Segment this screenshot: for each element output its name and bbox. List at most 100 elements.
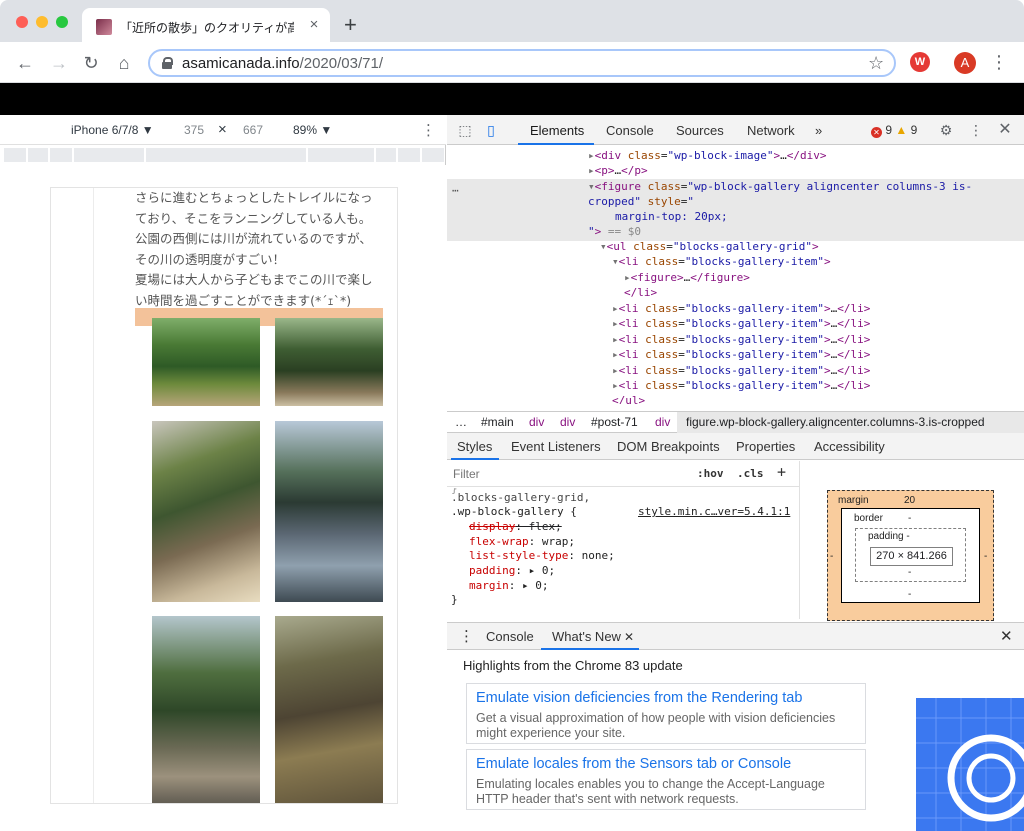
css-declaration-overridden[interactable]: display: flex;	[469, 520, 562, 535]
tab-dom-breakpoints[interactable]: DOM Breakpoints	[617, 439, 720, 454]
crumb-div[interactable]: div	[560, 415, 575, 429]
margin-top-value[interactable]: 20	[904, 495, 915, 506]
rule-source-link[interactable]: style.min.c…ver=5.4.1:1	[638, 505, 790, 518]
crumb-div[interactable]: div	[655, 415, 670, 429]
box-model-margin[interactable]: margin 20 - - border - - padding - - 270…	[827, 490, 994, 621]
drawer-tab-console[interactable]: Console	[486, 629, 534, 644]
gallery-photo[interactable]	[275, 616, 383, 803]
device-height-input[interactable]: 667	[243, 123, 263, 137]
black-bar	[0, 83, 1024, 115]
box-model-padding[interactable]: padding - - 270 × 841.266	[855, 528, 966, 582]
css-declaration[interactable]: padding: ▸ 0;	[469, 564, 555, 579]
feature-card[interactable]: Emulate vision deficiencies from the Ren…	[466, 683, 866, 744]
emulated-viewport[interactable]: さらに進むとちょっとしたトレイルになっ ており、そこをランニングしている人も。 …	[50, 187, 398, 804]
box-model-border[interactable]: border - - padding - - 270 × 841.266	[841, 508, 980, 603]
dom-node[interactable]: ▸<figure>…</figure>	[624, 270, 750, 285]
dom-node[interactable]: ▸<li class="blocks-gallery-item">…</li>	[612, 332, 870, 347]
profile-avatar[interactable]: A	[954, 52, 976, 74]
rule-selector[interactable]: .blocks-gallery-grid,	[451, 491, 590, 506]
padding-bottom-value[interactable]: -	[908, 567, 911, 578]
border-top-value[interactable]: -	[908, 513, 911, 524]
device-more-icon[interactable]: ⋮	[421, 121, 436, 139]
settings-gear-icon[interactable]: ⚙	[937, 121, 955, 139]
issues-counter[interactable]: ✕ 9 ▲ 9	[871, 123, 917, 138]
dom-node[interactable]: ▸<p>…</p>	[588, 163, 648, 178]
devtools-menu-icon[interactable]: ⋮	[967, 121, 985, 139]
feature-title-link[interactable]: Emulate vision deficiencies from the Ren…	[476, 690, 802, 706]
dom-node[interactable]: ▸<li class="blocks-gallery-item">…</li>	[612, 316, 870, 331]
address-bar[interactable]: asamicanada.info/2020/03/71/ ☆	[148, 49, 896, 77]
dom-node[interactable]: ▸<li class="blocks-gallery-item">…</li>	[612, 301, 870, 316]
more-tabs-icon[interactable]: »	[815, 123, 822, 138]
css-declaration[interactable]: list-style-type: none;	[469, 549, 615, 564]
dom-node[interactable]: ▸<li class="blocks-gallery-item">…</li>	[612, 363, 870, 378]
promo-graphic	[916, 698, 1024, 831]
zoom-select[interactable]: 89% ▼	[293, 123, 332, 137]
css-declaration[interactable]: flex-wrap: wrap;	[469, 535, 575, 550]
gallery-photo[interactable]	[152, 616, 260, 803]
device-select[interactable]: iPhone 6/7/8 ▼	[71, 123, 154, 137]
device-width-input[interactable]: 375	[184, 123, 204, 137]
browser-menu-icon[interactable]: ⋮	[990, 52, 1008, 72]
back-arrow-icon[interactable]: ←	[14, 52, 36, 74]
rule-selector[interactable]: .wp-block-gallery {	[451, 505, 577, 520]
reload-icon[interactable]: ↻	[80, 52, 102, 74]
class-toggle[interactable]: .cls	[737, 467, 764, 480]
gallery-photo[interactable]	[152, 421, 260, 602]
inspect-element-icon[interactable]: ⬚	[456, 121, 474, 139]
css-declaration[interactable]: margin: ▸ 0;	[469, 579, 549, 594]
crumb-div[interactable]: div	[529, 415, 544, 429]
tab-accessibility[interactable]: Accessibility	[814, 439, 885, 454]
gallery-photo[interactable]	[152, 318, 260, 406]
tab-close-icon[interactable]: ×	[306, 17, 322, 33]
dom-node[interactable]: ▾<li class="blocks-gallery-item">	[612, 254, 831, 269]
window-close-button[interactable]	[16, 16, 28, 28]
close-drawer-icon[interactable]: ✕	[1000, 627, 1013, 645]
margin-right-value[interactable]: -	[984, 551, 987, 562]
gallery-photo[interactable]	[275, 421, 383, 602]
drawer-tab-whats-new[interactable]: What's New	[552, 629, 621, 644]
browser-tab[interactable]: 「近所の散歩」のクオリティが高 ×	[82, 8, 330, 42]
crumb-figure[interactable]: figure.wp-block-gallery.aligncenter.colu…	[686, 415, 985, 429]
feature-card[interactable]: Emulate locales from the Sensors tab or …	[466, 749, 866, 810]
crumb-main[interactable]: #main	[481, 415, 514, 429]
add-rule-button[interactable]: +	[777, 463, 786, 481]
tab-event-listeners[interactable]: Event Listeners	[511, 439, 601, 454]
padding-label: padding -	[868, 531, 910, 542]
tab-properties[interactable]: Properties	[736, 439, 795, 454]
tab-elements[interactable]: Elements	[530, 123, 584, 138]
close-tab-icon[interactable]: ✕	[624, 630, 634, 644]
tab-sources[interactable]: Sources	[676, 123, 724, 138]
device-toggle-icon[interactable]: ▯	[482, 121, 500, 139]
window-minimize-button[interactable]	[36, 16, 48, 28]
dom-node[interactable]: ▸<li class="blocks-gallery-item">…</li>	[612, 378, 870, 393]
close-devtools-icon[interactable]: ✕	[996, 121, 1014, 139]
box-model-content[interactable]: 270 × 841.266	[870, 547, 953, 566]
drawer-menu-icon[interactable]: ⋮	[459, 627, 474, 645]
tab-console[interactable]: Console	[606, 123, 654, 138]
dom-node-selected[interactable]: ▾<figure class="wp-block-gallery alignce…	[588, 179, 972, 194]
forward-arrow-icon[interactable]: →	[48, 52, 70, 74]
margin-left-value[interactable]: -	[830, 551, 833, 562]
dom-node[interactable]: ▾<ul class="blocks-gallery-grid">	[600, 239, 819, 254]
bookmark-star-icon[interactable]: ☆	[868, 53, 884, 74]
crumb-overflow[interactable]: …	[455, 415, 467, 429]
home-icon[interactable]: ⌂	[113, 52, 135, 74]
dom-node[interactable]: ▸<div class="wp-block-image">…</div>	[588, 148, 826, 163]
new-tab-button[interactable]: +	[344, 14, 357, 36]
styles-filter-input[interactable]	[453, 465, 689, 483]
dom-node[interactable]: ▸<li class="blocks-gallery-item">…</li>	[612, 347, 870, 362]
tab-network[interactable]: Network	[747, 123, 795, 138]
tab-styles[interactable]: Styles	[457, 439, 492, 454]
crumb-post[interactable]: #post-71	[591, 415, 638, 429]
dom-node[interactable]: </ul>	[612, 393, 645, 404]
dom-node[interactable]: </li>	[624, 285, 657, 300]
hover-state-toggle[interactable]: :hov	[697, 467, 724, 480]
extension-icon[interactable]: W	[910, 52, 930, 72]
media-query-ruler[interactable]	[4, 148, 444, 162]
feature-title-link[interactable]: Emulate locales from the Sensors tab or …	[476, 756, 791, 772]
gallery-photo[interactable]	[275, 318, 383, 406]
window-maximize-button[interactable]	[56, 16, 68, 28]
border-bottom-value[interactable]: -	[908, 589, 911, 600]
node-actions-icon[interactable]: ⋯	[452, 184, 459, 197]
